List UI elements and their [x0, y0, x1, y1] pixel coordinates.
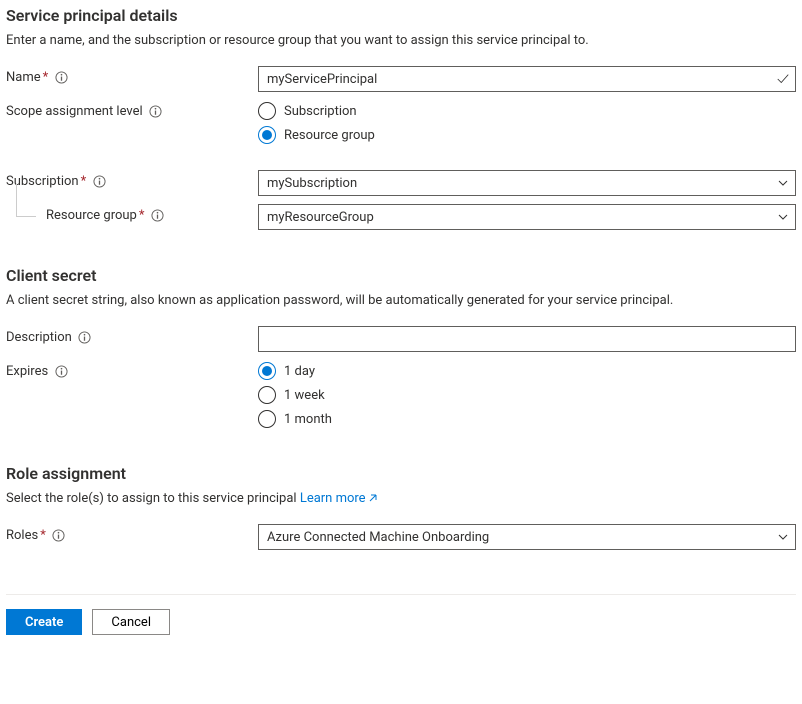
required-asterisk: * [43, 70, 49, 85]
description-input[interactable] [258, 326, 796, 352]
info-icon[interactable] [149, 105, 163, 119]
scope-radio-subscription[interactable]: Subscription [258, 102, 796, 120]
info-icon[interactable] [92, 175, 106, 189]
radio-label: Resource group [284, 128, 375, 143]
required-asterisk: * [40, 528, 46, 543]
resource-group-label-text: Resource group [46, 208, 137, 223]
roles-label: Roles* [6, 524, 258, 543]
info-icon[interactable] [52, 529, 66, 543]
required-asterisk: * [139, 208, 145, 223]
expires-radio-group: 1 day 1 week 1 month [258, 360, 796, 428]
expires-label-text: Expires [6, 364, 48, 379]
expires-label: Expires [6, 360, 258, 379]
info-icon[interactable] [78, 331, 92, 345]
create-button[interactable]: Create [6, 609, 82, 635]
scope-radio-resource-group[interactable]: Resource group [258, 126, 796, 144]
subscription-select[interactable]: mySubscription [258, 170, 796, 196]
radio-icon [258, 126, 276, 144]
name-label: Name* [6, 66, 258, 85]
info-icon[interactable] [150, 209, 164, 223]
description-label: Description [6, 326, 258, 345]
service-principal-desc: Enter a name, and the subscription or re… [6, 33, 796, 48]
scope-label-text: Scope assignment level [6, 104, 143, 119]
footer-divider [6, 594, 796, 595]
role-desc-text: Select the role(s) to assign to this ser… [6, 491, 300, 506]
role-assignment-heading: Role assignment [6, 464, 796, 483]
hierarchy-line [16, 184, 36, 217]
radio-label: 1 month [284, 412, 332, 427]
resource-group-select[interactable]: myResourceGroup [258, 204, 796, 230]
roles-label-text: Roles [6, 528, 38, 543]
external-link-icon [368, 492, 379, 503]
name-input[interactable]: myServicePrincipal [258, 66, 796, 92]
name-label-text: Name [6, 70, 41, 85]
client-secret-desc: A client secret string, also known as ap… [6, 293, 796, 308]
info-icon[interactable] [54, 365, 68, 379]
service-principal-heading: Service principal details [6, 6, 796, 25]
radio-icon [258, 386, 276, 404]
footer-button-bar: Create Cancel [6, 609, 796, 641]
radio-label: 1 week [284, 388, 325, 403]
info-icon[interactable] [54, 71, 68, 85]
learn-more-link[interactable]: Learn more [300, 491, 379, 506]
scope-label: Scope assignment level [6, 100, 258, 119]
expires-radio-1day[interactable]: 1 day [258, 362, 796, 380]
radio-icon [258, 410, 276, 428]
radio-label: 1 day [284, 364, 315, 379]
required-asterisk: * [81, 174, 87, 189]
radio-label: Subscription [284, 104, 357, 119]
roles-select[interactable]: Azure Connected Machine Onboarding [258, 524, 796, 550]
radio-icon [258, 102, 276, 120]
role-assignment-desc: Select the role(s) to assign to this ser… [6, 491, 796, 506]
expires-radio-1month[interactable]: 1 month [258, 410, 796, 428]
scope-radio-group: Subscription Resource group [258, 100, 796, 144]
learn-more-text: Learn more [300, 491, 366, 506]
description-label-text: Description [6, 330, 72, 345]
subscription-label: Subscription* [6, 170, 258, 189]
expires-radio-1week[interactable]: 1 week [258, 386, 796, 404]
cancel-button[interactable]: Cancel [92, 609, 170, 635]
resource-group-label: Resource group* [6, 204, 258, 223]
client-secret-heading: Client secret [6, 266, 796, 285]
radio-icon [258, 362, 276, 380]
